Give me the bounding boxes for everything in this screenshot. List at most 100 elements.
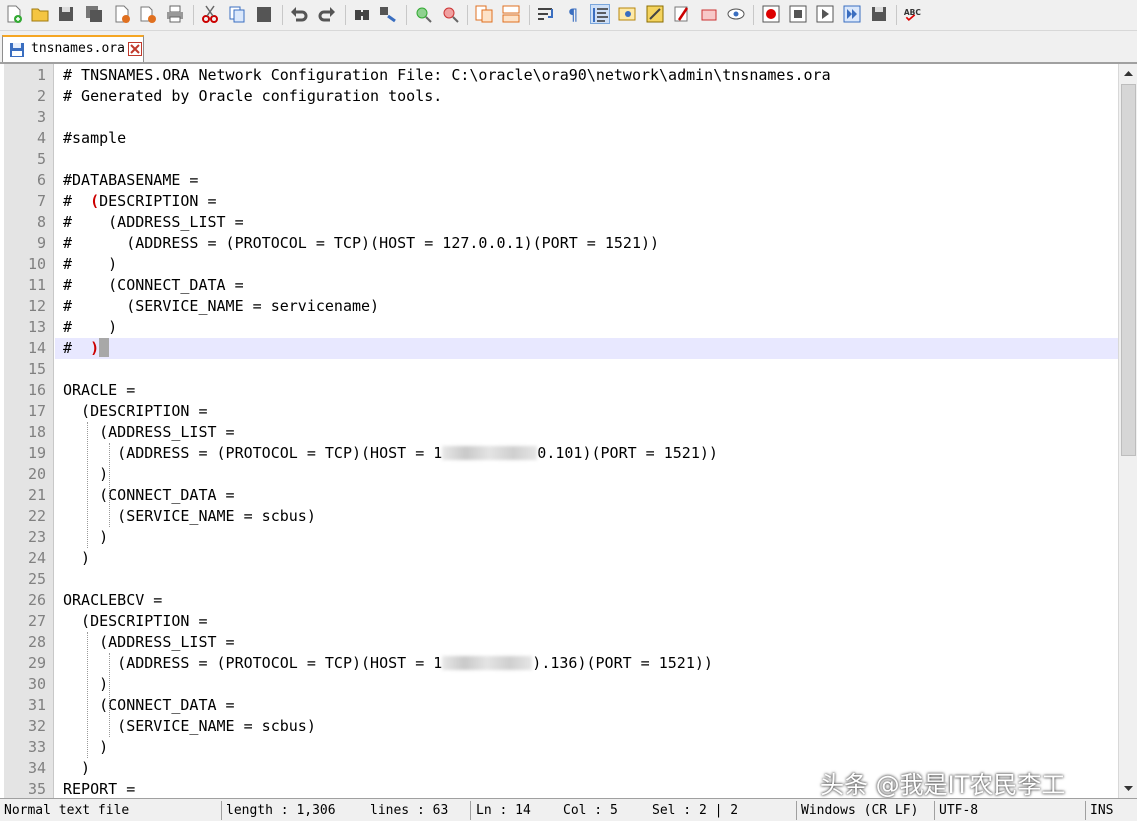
playback-macro-icon[interactable]	[815, 4, 835, 24]
line-text: )	[63, 528, 109, 546]
zoom-out-icon[interactable]	[440, 4, 460, 24]
user-language-icon[interactable]	[617, 4, 637, 24]
line-number: 6	[36, 171, 46, 189]
line-number: 2	[36, 87, 46, 105]
function-list-icon[interactable]	[645, 4, 665, 24]
code-line[interactable]: )	[55, 737, 1118, 758]
save-all-icon[interactable]	[84, 4, 104, 24]
folder-workspace-icon[interactable]	[672, 4, 692, 24]
code-line[interactable]: ORACLE =	[55, 380, 1118, 401]
line-number: 23	[27, 528, 46, 546]
scrollbar-thumb[interactable]	[1121, 84, 1136, 456]
line-text: # (ADDRESS_LIST =	[63, 213, 244, 231]
current-line[interactable]: # )	[55, 338, 1118, 359]
sync-vertical-icon[interactable]	[474, 4, 494, 24]
zoom-in-icon[interactable]	[413, 4, 433, 24]
code-line[interactable]: (SERVICE_NAME = scbus)	[55, 506, 1118, 527]
spell-check-icon[interactable]: ABC	[903, 4, 927, 24]
word-wrap-icon[interactable]	[536, 4, 556, 24]
status-length: length : 1,306	[226, 803, 336, 818]
code-line[interactable]: (SERVICE_NAME = scbus)	[55, 716, 1118, 737]
code-line[interactable]: )	[55, 464, 1118, 485]
line-number: 24	[27, 549, 46, 567]
line-text: # )	[63, 318, 118, 336]
code-line[interactable]: # (ADDRESS = (PROTOCOL = TCP)(HOST = 127…	[55, 233, 1118, 254]
replace-icon[interactable]	[378, 4, 398, 24]
code-line[interactable]: (ADDRESS_LIST =	[55, 632, 1118, 653]
stop-macro-icon[interactable]	[788, 4, 808, 24]
record-macro-icon[interactable]	[761, 4, 781, 24]
line-text: # Generated by Oracle configuration tool…	[63, 87, 443, 105]
line-text: (DESCRIPTION =	[63, 612, 208, 630]
status-eol[interactable]: Windows (CR LF)	[801, 801, 918, 820]
code-line[interactable]: (ADDRESS = (PROTOCOL = TCP)(HOST = 1).13…	[55, 653, 1118, 674]
code-line[interactable]: # )	[55, 254, 1118, 275]
code-line[interactable]: # (ADDRESS_LIST =	[55, 212, 1118, 233]
undo-icon[interactable]	[289, 4, 309, 24]
cut-icon[interactable]	[200, 4, 220, 24]
code-area[interactable]: # TNSNAMES.ORA Network Configuration Fil…	[55, 64, 1118, 798]
code-line[interactable]: (ADDRESS = (PROTOCOL = TCP)(HOST = 1 0.10…	[55, 443, 1118, 464]
tab-close-icon[interactable]	[128, 42, 142, 56]
code-line[interactable]: (CONNECT_DATA =	[55, 695, 1118, 716]
line-number: 10	[27, 255, 46, 273]
code-line[interactable]: # TNSNAMES.ORA Network Configuration Fil…	[55, 65, 1118, 86]
code-line[interactable]: (CONNECT_DATA =	[55, 485, 1118, 506]
code-line[interactable]: )	[55, 527, 1118, 548]
line-number: 32	[27, 717, 46, 735]
line-tail-text: 0.101)(PORT = 1521))	[537, 444, 718, 462]
code-line[interactable]	[55, 149, 1118, 170]
code-line[interactable]: )	[55, 674, 1118, 695]
scroll-down-arrow-icon[interactable]	[1120, 780, 1137, 797]
document-map-icon[interactable]	[699, 4, 719, 24]
line-number: 35	[27, 780, 46, 798]
status-encoding[interactable]: UTF-8	[939, 801, 978, 820]
run-macro-multiple-icon[interactable]	[842, 4, 862, 24]
print-icon[interactable]	[165, 4, 185, 24]
scroll-up-arrow-icon[interactable]	[1120, 65, 1137, 82]
code-line[interactable]: # (CONNECT_DATA =	[55, 275, 1118, 296]
new-file-icon[interactable]	[4, 4, 24, 24]
open-file-icon[interactable]	[30, 4, 50, 24]
code-line[interactable]: # (SERVICE_NAME = servicename)	[55, 296, 1118, 317]
close-all-icon[interactable]	[138, 4, 158, 24]
editor[interactable]: 1 2 3 4 5 6 7 8 9 10 11 12 13 14 15 16 17 18 19 20 21 22 23 24 2…	[0, 63, 1137, 798]
show-all-chars-icon[interactable]: ¶	[563, 4, 583, 24]
line-number: 18	[27, 423, 46, 441]
line-number: 28	[27, 633, 46, 651]
code-line[interactable]: #sample	[55, 128, 1118, 149]
line-text: (SERVICE_NAME = scbus)	[63, 717, 316, 735]
line-number: 26	[27, 591, 46, 609]
tab-tnsnames[interactable]: tnsnames.ora	[2, 35, 144, 62]
code-line[interactable]: (DESCRIPTION =	[55, 401, 1118, 422]
indent-guide-icon[interactable]	[590, 4, 610, 24]
status-insert-mode[interactable]: INS	[1090, 801, 1113, 820]
line-text: )	[63, 738, 109, 756]
code-line[interactable]: )	[55, 548, 1118, 569]
monitor-icon[interactable]	[726, 4, 746, 24]
find-icon[interactable]	[352, 4, 372, 24]
code-line[interactable]: #DATABASENAME =	[55, 170, 1118, 191]
code-line[interactable]: # )	[55, 317, 1118, 338]
line-text: )	[63, 759, 91, 777]
save-macro-icon[interactable]	[869, 4, 889, 24]
text-caret	[99, 338, 110, 357]
copy-icon[interactable]	[227, 4, 247, 24]
save-icon[interactable]	[56, 4, 76, 24]
code-line[interactable]: (DESCRIPTION =	[55, 611, 1118, 632]
redo-icon[interactable]	[317, 4, 337, 24]
code-line[interactable]: ORACLEBCV =	[55, 590, 1118, 611]
line-text: (CONNECT_DATA =	[63, 486, 235, 504]
vertical-scrollbar[interactable]	[1118, 64, 1137, 798]
paste-icon[interactable]	[254, 4, 274, 24]
code-line[interactable]	[55, 569, 1118, 590]
sync-horizontal-icon[interactable]	[501, 4, 521, 24]
code-line[interactable]	[55, 107, 1118, 128]
code-line[interactable]: # Generated by Oracle configuration tool…	[55, 86, 1118, 107]
close-icon[interactable]	[112, 4, 132, 24]
code-line[interactable]	[55, 359, 1118, 380]
code-line[interactable]: (ADDRESS_LIST =	[55, 422, 1118, 443]
status-lines: lines : 63	[370, 803, 449, 818]
line-text: (ADDRESS_LIST =	[63, 633, 235, 651]
code-line[interactable]: # (DESCRIPTION =	[55, 191, 1118, 212]
